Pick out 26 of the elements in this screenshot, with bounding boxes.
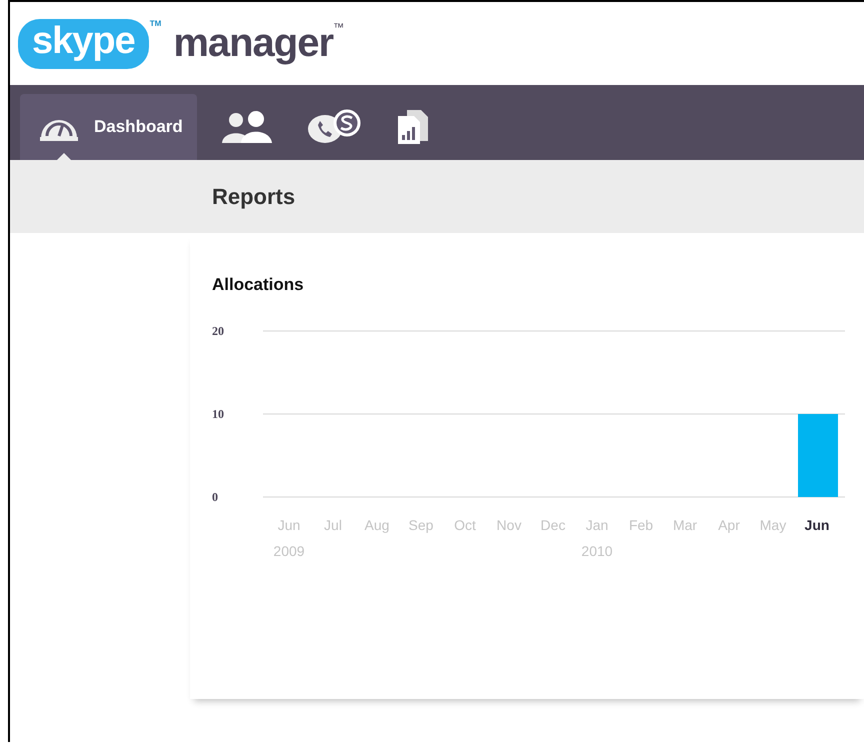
month-label: Oct <box>454 517 476 533</box>
month-label: Apr <box>718 517 740 533</box>
y-axis-label: 0 <box>212 490 218 504</box>
month-label: Nov <box>496 517 522 533</box>
month-label: Dec <box>540 517 566 533</box>
month-label: Jun <box>804 517 830 533</box>
chart-title: Allocations <box>212 275 304 295</box>
year-label: 2009 <box>273 543 305 559</box>
month-label: Jun <box>278 517 300 533</box>
y-axis-label: 20 <box>212 324 224 338</box>
month-label: Mar <box>672 517 698 533</box>
month-label: May <box>760 517 786 533</box>
month-label: Jan <box>586 517 608 533</box>
month-label: Sep <box>408 517 434 533</box>
page-title: Reports <box>212 184 296 210</box>
month-label: Aug <box>364 517 390 533</box>
month-label: Jul <box>324 517 342 533</box>
logo: skype <box>18 18 149 68</box>
year-label: 2010 <box>581 543 613 559</box>
trademark: ™ <box>333 22 344 34</box>
nav-tab[interactable]: Dashboard <box>20 94 197 160</box>
y-axis-label: 10 <box>212 407 224 421</box>
month-label: Feb <box>628 517 654 533</box>
logo-trademark: TM <box>150 18 162 28</box>
product-name: manager <box>173 21 334 66</box>
skype-phone-icon <box>306 109 361 145</box>
